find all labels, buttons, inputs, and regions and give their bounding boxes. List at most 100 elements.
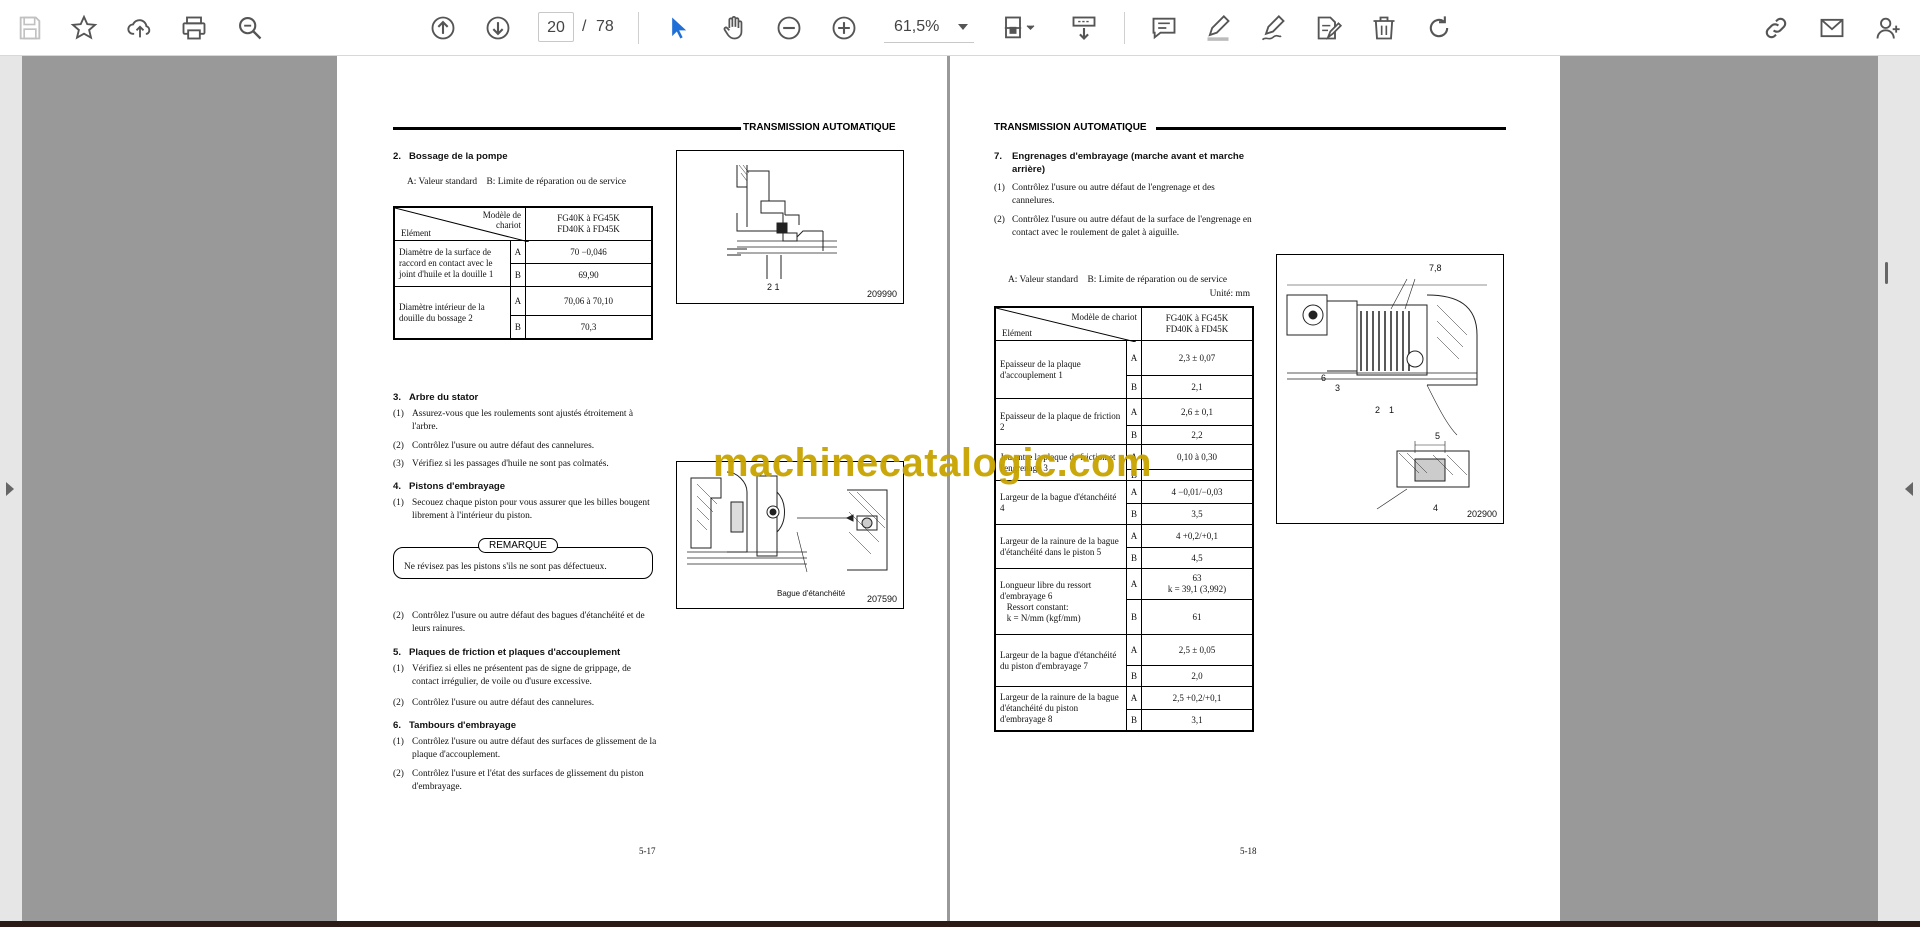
draw-pen-icon[interactable]: [1255, 10, 1291, 46]
scroll-mode-icon[interactable]: [1066, 10, 1102, 46]
remark-text: Ne révisez pas les pistons s'ils ne sont…: [404, 562, 607, 572]
pump-boss-drawing: 2 1: [727, 164, 837, 292]
page-header: TRANSMISSION AUTOMATIQUE: [743, 122, 896, 133]
row-value-b: 4,5: [1141, 547, 1254, 569]
callout-2: 2: [1375, 405, 1380, 415]
table-head-cell: Modèle de chariot Elément: [393, 206, 529, 242]
page-number-input[interactable]: 20: [538, 12, 574, 42]
delete-icon[interactable]: [1366, 10, 1402, 46]
callout-4: 4: [1433, 503, 1438, 513]
section-2-title: 2. Bossage de la pompe: [393, 151, 508, 162]
zoom-in-icon[interactable]: [826, 10, 862, 46]
head-model: Modèle de chariot: [482, 210, 521, 230]
save-icon[interactable]: [12, 10, 48, 46]
bookmark-star-icon[interactable]: [66, 10, 102, 46]
head-element: Elément: [1002, 328, 1032, 338]
zoom-search-icon[interactable]: [232, 10, 268, 46]
header-rule: [1156, 127, 1506, 130]
row-value-a: 4 −0,01/−0,03: [1141, 480, 1254, 504]
row-label: Diamètre de la surface de raccord en con…: [393, 240, 511, 287]
row-label: Diamètre intérieur de la douille du boss…: [393, 286, 511, 340]
table-row: Longueur libre du ressort d'embrayage 6 …: [994, 568, 1254, 635]
toolbar-divider: [638, 12, 639, 44]
comment-icon[interactable]: [1146, 10, 1182, 46]
row-type-a: A: [1126, 568, 1142, 600]
row-value-b: 2,1: [1141, 375, 1254, 399]
row-value-b: 69,90: [525, 263, 653, 287]
zoom-out-icon[interactable]: [771, 10, 807, 46]
callout-3: 3: [1335, 383, 1340, 393]
figure-callouts: 2 1: [767, 282, 780, 292]
row-value-b: 3,5: [1141, 503, 1254, 525]
section-4-item-1: Secouez chaque piston pour vous assurer …: [412, 498, 650, 521]
head-element: Elément: [401, 228, 431, 238]
item-number: (1): [994, 183, 1005, 193]
item-number: (2): [393, 698, 404, 708]
figure-202900: 7,8 6 3 2 1 5 4 202900: [1276, 254, 1504, 524]
row-label: Epaisseur de la plaque de friction 2: [994, 398, 1127, 445]
row-value-a: 0,10 à 0,30: [1141, 444, 1254, 470]
fit-page-icon[interactable]: [996, 10, 1044, 46]
section-7-item-2: Contrôlez l'usure ou autre défaut de la …: [1012, 215, 1252, 238]
section-3-item-2: Contrôlez l'usure ou autre défaut des ca…: [412, 441, 595, 451]
rotate-icon[interactable]: [1421, 10, 1457, 46]
section-5-title: 5. Plaques de friction et plaques d'acco…: [393, 647, 621, 658]
pump-boss-table: Modèle de chariot Elément FG40K à FG45K …: [393, 206, 653, 340]
email-icon[interactable]: [1814, 10, 1850, 46]
section-7-number: 7.: [994, 151, 1003, 162]
expand-right-panel-icon[interactable]: [1905, 482, 1913, 496]
row-value-b: 70,3: [525, 315, 653, 340]
expand-left-panel-icon[interactable]: [6, 482, 14, 496]
highlight-pen-icon[interactable]: [1200, 10, 1236, 46]
scrollbar-thumb[interactable]: [1885, 262, 1888, 284]
zoom-dropdown[interactable]: 61,5%: [884, 12, 974, 43]
toolbar-divider: [1124, 12, 1125, 44]
row-value-a: 2,5 +0,2/+0,1: [1141, 686, 1254, 710]
chevron-down-icon: [958, 24, 968, 30]
row-value-a: 2,5 ± 0,05: [1141, 634, 1254, 666]
table-row: Largeur de la bague d'étanchéité du pist…: [994, 634, 1254, 687]
section-6-item-2: Contrôlez l'usure et l'état des surfaces…: [412, 769, 644, 792]
upload-cloud-icon[interactable]: [122, 10, 158, 46]
row-label: Largeur de la bague d'étanchéité 4: [994, 480, 1127, 525]
section-5-item-2: Contrôlez l'usure ou autre défaut des ca…: [412, 698, 595, 708]
page-up-icon[interactable]: [425, 10, 461, 46]
section-3-item-1: Assurez-vous que les roulements sont aju…: [412, 409, 634, 432]
row-label: Epaisseur de la plaque d'accouplement 1: [994, 340, 1127, 399]
share-link-icon[interactable]: [1758, 10, 1794, 46]
clutch-gear-table: Modèle de chariot Elément FG40K à FG45K FD…: [994, 306, 1254, 732]
item-number: (1): [393, 664, 404, 674]
toolbar: 20 / 78 61,5%: [0, 0, 1920, 56]
section-4-title: 4. Pistons d'embrayage: [393, 481, 506, 492]
select-pointer-icon[interactable]: [660, 10, 696, 46]
zoom-value: 61,5%: [894, 18, 940, 35]
print-icon[interactable]: [176, 10, 212, 46]
page-5-17: TRANSMISSION AUTOMATIQUE 2. Bossage de l…: [337, 56, 947, 921]
row-value-b: 2,0: [1141, 665, 1254, 687]
table-head-cell: Modèle de chariot Elément: [994, 306, 1142, 342]
row-label: Largeur de la rainure de la bague d'étan…: [994, 524, 1127, 569]
page-number: 5-17: [639, 846, 656, 856]
row-type-b: B: [1126, 503, 1142, 525]
hand-pan-icon[interactable]: [716, 10, 752, 46]
row-value-b: 2,2: [1141, 425, 1254, 445]
figure-number: 207590: [866, 594, 897, 604]
row-type-a: A: [1126, 524, 1142, 548]
section-6-item-1: Contrôlez l'usure ou autre défaut des su…: [412, 737, 657, 760]
table-row: Largeur de la rainure de la bague d'étan…: [994, 524, 1254, 569]
item-number: (2): [393, 611, 404, 621]
row-value-a: 70 −0,046: [525, 240, 653, 264]
row-type-b: B: [1126, 665, 1142, 687]
watermark-text: machinecatalogic.com: [713, 441, 1153, 485]
edit-text-icon[interactable]: [1310, 10, 1346, 46]
window-bottom-edge: [0, 921, 1920, 927]
section-3-title: 3. Arbre du stator: [393, 392, 479, 403]
item-number: (1): [393, 409, 404, 419]
row-value-a: 70,06 à 70,10: [525, 286, 653, 316]
add-user-icon[interactable]: [1870, 10, 1906, 46]
item-number: (2): [393, 441, 404, 451]
row-value-b: 3,1: [1141, 709, 1254, 732]
page-down-icon[interactable]: [480, 10, 516, 46]
row-type-b: B: [1126, 375, 1142, 399]
section-7-item-1: Contrôlez l'usure ou autre défaut de l'e…: [1012, 183, 1215, 206]
